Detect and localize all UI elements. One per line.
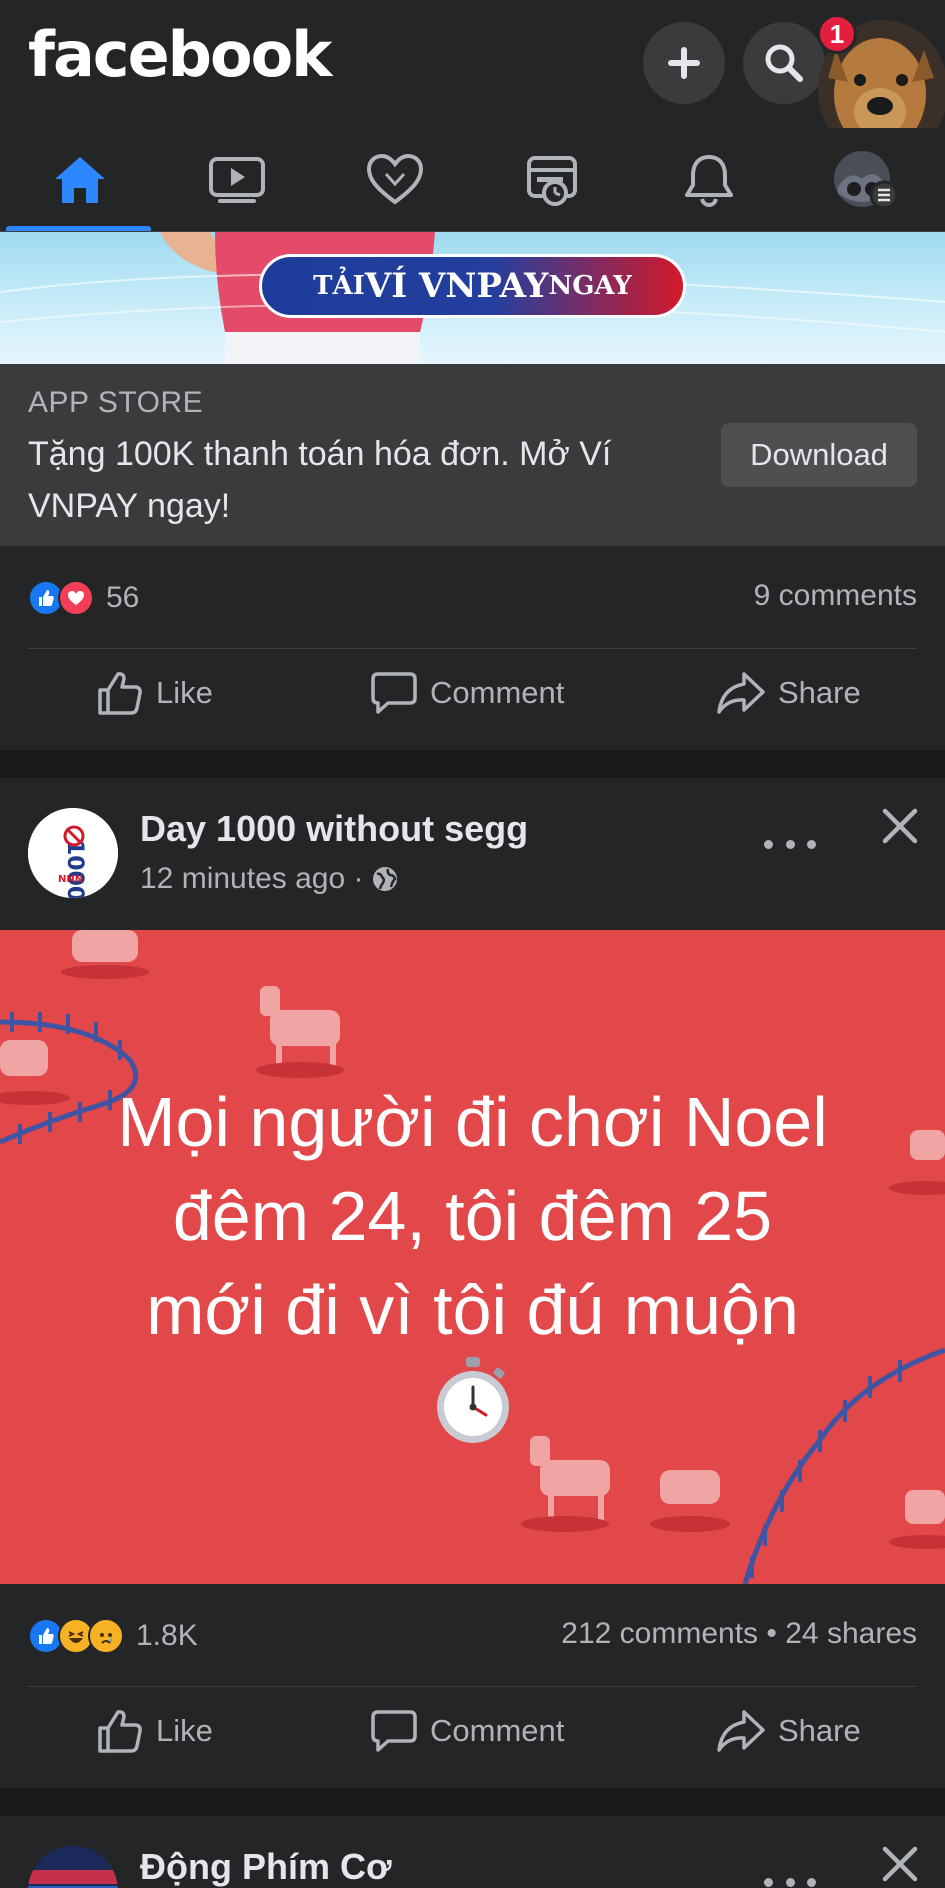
svg-text:NNN: NNN [58, 874, 83, 885]
divider [28, 648, 917, 649]
tab-dating[interactable] [322, 128, 467, 232]
thumbs-up-icon [98, 672, 142, 715]
post-time-text: 12 minutes ago · [140, 862, 364, 895]
reaction-count: 56 [106, 581, 140, 614]
close-icon[interactable] [880, 806, 920, 846]
ad-cta-text-3: NGAY [548, 271, 632, 301]
tab-menu-profile[interactable] [793, 128, 938, 232]
post-colored-background[interactable]: Mọi người đi chơi Noel đêm 24, tôi đêm 2… [0, 930, 945, 1584]
notification-badge: 1 [817, 14, 857, 54]
reaction-summary[interactable]: 1.8K [28, 1618, 198, 1654]
like-label: Like [156, 1713, 213, 1748]
comment-button[interactable]: Comment [370, 1708, 564, 1754]
dot-icon [807, 1877, 816, 1887]
keyboard-avatar-image [28, 1846, 118, 1888]
next-post-header: Động Phím Cơ [0, 1816, 945, 1888]
share-icon [717, 672, 765, 714]
share-count[interactable]: 24 shares [785, 1617, 917, 1650]
comment-count[interactable]: 212 comments [561, 1617, 758, 1650]
feed-separator [0, 750, 945, 778]
sad-reaction-icon [88, 1618, 124, 1654]
active-tab-indicator [6, 226, 151, 231]
ad-headline: Tặng 100K thanh toán hóa đơn. Mở Ví VNPA… [28, 435, 612, 525]
dot-icon [764, 1877, 773, 1887]
tab-home[interactable] [7, 128, 152, 232]
like-button[interactable]: Like [96, 670, 213, 716]
marketplace-icon [526, 156, 577, 206]
ad-cta-pill: TẢI VÍ VNPAY NGAY [259, 254, 686, 318]
dot-icon [785, 839, 795, 849]
ad-cta-text-2: VÍ VNPAY [364, 266, 549, 306]
ad-post-footer: 56 9 comments Like Comment Share [0, 546, 945, 750]
post-text-line: Mọi người đi chơi Noel [117, 1083, 828, 1161]
dating-heart-icon [366, 154, 423, 205]
tab-marketplace[interactable] [479, 128, 624, 232]
post-timestamp[interactable]: 12 minutes ago · [140, 862, 399, 896]
share-icon [717, 1710, 765, 1752]
close-icon[interactable] [880, 1844, 920, 1884]
love-reaction-icon [58, 580, 94, 616]
tab-notifications[interactable] [636, 128, 781, 232]
globe-icon [373, 867, 398, 891]
top-bar: facebook [0, 0, 945, 128]
thumbs-up-icon [98, 1710, 142, 1753]
page-avatar[interactable]: 1000 NNN [28, 808, 118, 898]
stats-separator: • [758, 1617, 786, 1650]
create-button[interactable] [643, 22, 725, 104]
post-header: 1000 NNN Day 1000 without segg 12 minute… [0, 778, 945, 930]
home-icon [54, 157, 105, 203]
reaction-summary[interactable]: 56 [28, 580, 139, 616]
post-stats[interactable]: 212 comments • 24 shares [561, 1617, 917, 1651]
dot-icon [807, 839, 816, 849]
ad-image-banner[interactable]: TẢI VÍ VNPAY NGAY [0, 232, 945, 364]
post-author[interactable]: Động Phím Cơ [140, 1846, 392, 1888]
more-options-button[interactable] [764, 824, 816, 864]
page-avatar[interactable] [28, 1846, 118, 1888]
comment-label: Comment [430, 1713, 565, 1748]
profile-menu-icon [833, 151, 898, 210]
download-button[interactable]: Download [721, 423, 917, 487]
ad-source: APP STORE [28, 386, 204, 419]
dot-icon [764, 839, 773, 849]
tab-bar [0, 128, 945, 232]
more-options-button[interactable] [764, 1862, 816, 1888]
tab-video[interactable] [164, 128, 309, 232]
divider [28, 1686, 917, 1687]
post-text: Mọi người đi chơi Noel đêm 24, tôi đêm 2… [40, 1075, 905, 1357]
like-label: Like [156, 675, 213, 710]
search-icon [765, 44, 803, 82]
post-text-line: đêm 24, tôi đêm 25 [172, 1177, 773, 1255]
page-logo-icon: 1000 NNN [28, 808, 118, 898]
comment-count[interactable]: 9 comments [754, 579, 917, 613]
stopwatch-icon [437, 1357, 509, 1443]
comment-label: Comment [430, 675, 565, 710]
feed-separator [0, 1788, 945, 1816]
post-footer: 1.8K 212 comments • 24 shares Like Comme… [0, 1584, 945, 1788]
svg-text:1000: 1000 [62, 840, 87, 898]
share-label: Share [778, 1713, 861, 1748]
plus-icon [668, 47, 700, 79]
ad-cta-text-1: TẢI [313, 271, 365, 301]
notifications-bell-icon [684, 155, 733, 207]
search-button[interactable] [743, 22, 825, 104]
post-author[interactable]: Day 1000 without segg [140, 808, 528, 850]
ad-link-preview[interactable]: APP STORE Tặng 100K thanh toán hóa đơn. … [0, 364, 945, 546]
facebook-logo[interactable]: facebook [28, 18, 332, 91]
reaction-count: 1.8K [136, 1619, 198, 1652]
share-button[interactable]: Share [716, 1708, 861, 1754]
share-label: Share [778, 675, 861, 710]
comment-icon [371, 672, 417, 714]
post-text-line: mới đi vì tôi đú muộn [146, 1271, 799, 1349]
comment-button[interactable]: Comment [370, 670, 564, 716]
like-button[interactable]: Like [96, 1708, 213, 1754]
share-button[interactable]: Share [716, 670, 861, 716]
comment-icon [371, 1710, 417, 1752]
video-icon [208, 157, 265, 203]
dot-icon [785, 1877, 795, 1887]
